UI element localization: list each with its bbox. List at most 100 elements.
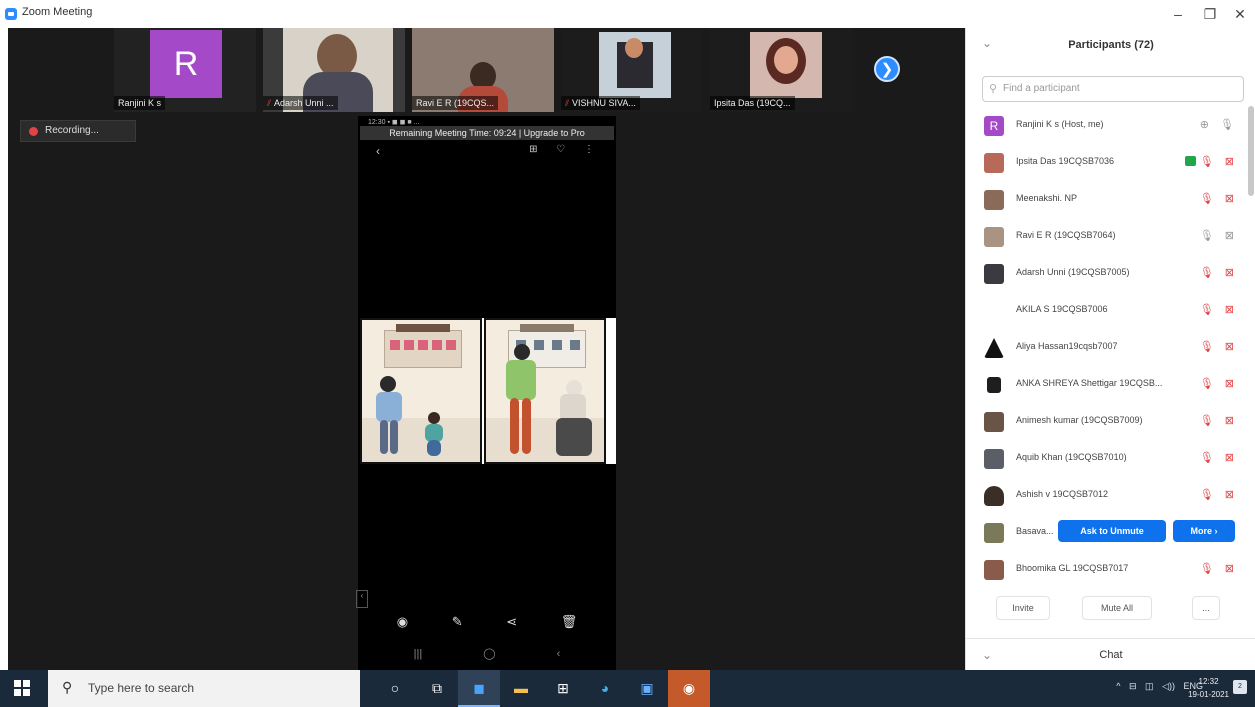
taskbar-search-box[interactable]: ⚲ Type here to search (48, 670, 360, 707)
clock[interactable]: 12:32 19-01-2021 (1188, 675, 1229, 701)
muted-mic-icon: 🎙 ⊠ (1199, 378, 1238, 390)
participant-row[interactable]: Ravi E R (19CQSB7064) 🎙 ⊠ (966, 221, 1248, 253)
windows-start-icon[interactable] (14, 680, 30, 696)
task-view-icon[interactable]: ⧉ (416, 670, 458, 707)
mic-icon: 🎙 ⊠ (1199, 230, 1238, 242)
avatar (984, 523, 1004, 543)
participants-header: ⌄ Participants (72) (966, 28, 1255, 66)
recording-indicator[interactable]: Recording... (20, 120, 136, 142)
participant-row[interactable]: Ashish v 19CQSB7012 🎙 ⊠ (966, 480, 1248, 512)
recording-dot-icon (29, 127, 38, 136)
search-icon: ⚲ (62, 679, 73, 695)
maximize-button[interactable]: ❐ (1195, 4, 1225, 24)
video-thumbnail-strip: R Ranjini K s ⫽ Adarsh Unni ... Ravi E R … (8, 28, 965, 112)
participant-name: ⫽ Adarsh Unni ... (263, 96, 338, 110)
store-icon[interactable]: ⊞ (542, 670, 584, 707)
muted-mic-icon: 🎙 ⊠ (1199, 563, 1238, 575)
participant-row[interactable]: Animesh kumar (19CQSB7009) 🎙 ⊠ (966, 406, 1248, 438)
video-thumbnail[interactable]: Ipsita Das (19CQ... (710, 28, 852, 112)
notification-icon[interactable]: 2 (1233, 680, 1247, 694)
more-options-button[interactable]: ... (1192, 596, 1220, 620)
phone-status-bar: 12:30 ▪ ◼ ◼ ■ ... (368, 119, 420, 126)
minimize-button[interactable]: – (1163, 4, 1193, 24)
video-thumbnail[interactable]: ⫽ Adarsh Unni ... (263, 28, 405, 112)
video-thumbnail[interactable]: Ravi E R (19CQS... (412, 28, 554, 112)
screen-share-view: 12:30 ▪ ◼ ◼ ■ ... Remaining Meeting Time… (358, 116, 616, 670)
file-explorer-icon[interactable]: ▬ (500, 670, 542, 707)
avatar: R (150, 30, 222, 98)
muted-mic-icon: 🎙 ⊠ (1199, 415, 1238, 427)
participant-row[interactable]: R Ranjini K s (Host, me) ⊕ 🎙 (966, 110, 1248, 142)
muted-mic-icon: 🎙 ⊠ (1199, 452, 1238, 464)
avatar (984, 560, 1004, 580)
participant-name: Ipsita Das (19CQ... (710, 96, 795, 110)
chat-title: Chat (1099, 649, 1123, 661)
next-page-button[interactable]: ❯ (874, 56, 900, 82)
participant-row[interactable]: AKILA S 19CQSB7006 🎙 ⊠ (966, 295, 1248, 327)
mute-all-button[interactable]: Mute All (1082, 596, 1152, 620)
meeting-time-banner[interactable]: Remaining Meeting Time: 09:24 | Upgrade … (360, 126, 614, 140)
phone-system-nav: ||| ◯ ‹ (413, 648, 561, 660)
muted-mic-icon: 🎙 ⊠ (1199, 341, 1238, 353)
participant-row[interactable]: Adarsh Unni (19CQSB7005) 🎙 ⊠ (966, 258, 1248, 290)
video-thumbnail[interactable]: R Ranjini K s (114, 28, 256, 112)
avatar (984, 486, 1004, 506)
avatar (984, 264, 1004, 284)
participant-search-input[interactable]: ⚲ Find a participant (982, 76, 1244, 102)
chat-header[interactable]: ⌄ Chat (966, 638, 1255, 670)
participant-row[interactable]: Aliya Hassan19cqsb7007 🎙 ⊠ (966, 332, 1248, 364)
avatar (984, 412, 1004, 432)
participant-row[interactable]: Ipsita Das 19CQSB7036 🎙 ⊠ (966, 147, 1248, 179)
participant-row[interactable]: Bhoomika GL 19CQSB7017 🎙 ⊠ (966, 554, 1248, 586)
comic-panel-hospital (484, 318, 606, 464)
windows-taskbar: ⚲ Type here to search ○ ⧉ ◼ ▬ ⊞ ◕ ▣ ◉ ^ … (0, 670, 1255, 707)
close-button[interactable]: ✕ (1225, 4, 1255, 24)
avatar: R (984, 116, 1004, 136)
participants-title: Participants (72) (1068, 39, 1154, 51)
avatar (984, 338, 1004, 358)
participant-row[interactable]: Basava... Ask to Unmute More › (966, 517, 1248, 549)
muted-mic-icon: 🎙 ⊠ (1199, 304, 1238, 316)
participant-row[interactable]: Aquib Khan (19CQSB7010) 🎙 ⊠ (966, 443, 1248, 475)
participant-name: Ranjini K s (114, 96, 166, 110)
meeting-view: R Ranjini K s ⫽ Adarsh Unni ... Ravi E R … (8, 28, 965, 670)
cortana-icon[interactable]: ○ (374, 670, 416, 707)
window-title: Zoom Meeting (22, 6, 93, 18)
participants-panel: ⌄ Participants (72) ⚲ Find a participant… (965, 28, 1255, 670)
avatar (984, 153, 1004, 173)
video-thumbnail[interactable]: ⫽ VISHNU SIVA... (561, 28, 703, 112)
muted-mic-icon: ⫽ (565, 98, 570, 108)
back-arrow-icon: ‹ (376, 144, 380, 158)
video-on-icon (1184, 156, 1196, 166)
participant-name: Ravi E R (19CQS... (412, 96, 499, 110)
muted-mic-icon: ⫽ (267, 98, 272, 108)
participant-row[interactable]: ANKA SHREYA Shettigar 19CQSB... 🎙 ⊠ (966, 369, 1248, 401)
participants-footer: Invite Mute All ... (966, 590, 1255, 630)
search-icon: ⚲ (989, 83, 998, 95)
edge-icon[interactable]: ◕ (584, 670, 626, 707)
shared-comic-image (360, 318, 616, 464)
ask-to-unmute-button[interactable]: Ask to Unmute (1058, 520, 1166, 542)
avatar (984, 227, 1004, 247)
zoom-logo-icon (5, 8, 17, 20)
comic-panel-school (360, 318, 482, 464)
avatar (984, 449, 1004, 469)
participant-name: ⫽ VISHNU SIVA... (561, 96, 640, 110)
host-controls-icons: ⊕ 🎙 (1199, 119, 1238, 131)
more-button[interactable]: More › (1173, 520, 1235, 542)
gallery-tools: ⊞ ♡ ⋮ (529, 144, 602, 155)
chrome-icon[interactable]: ◉ (668, 670, 710, 707)
muted-mic-icon: 🎙 ⊠ (1199, 267, 1238, 279)
invite-button[interactable]: Invite (996, 596, 1050, 620)
title-bar: Zoom Meeting – ❐ ✕ (0, 0, 1255, 28)
muted-mic-icon: 🎙 ⊠ (1199, 489, 1238, 501)
app-icon[interactable]: ▣ (626, 670, 668, 707)
participant-row[interactable]: Meenakshi. NP 🎙 ⊠ (966, 184, 1248, 216)
muted-mic-icon: 🎙 ⊠ (1199, 193, 1238, 205)
avatar (984, 190, 1004, 210)
phone-action-bar: ◉ ✎ ⋖ 🗑 (396, 614, 578, 629)
participants-scrollbar[interactable] (1248, 106, 1254, 196)
share-collapse-handle[interactable]: ‹ (356, 590, 368, 608)
avatar (987, 377, 1001, 393)
zoom-app-icon[interactable]: ◼ (458, 670, 500, 707)
